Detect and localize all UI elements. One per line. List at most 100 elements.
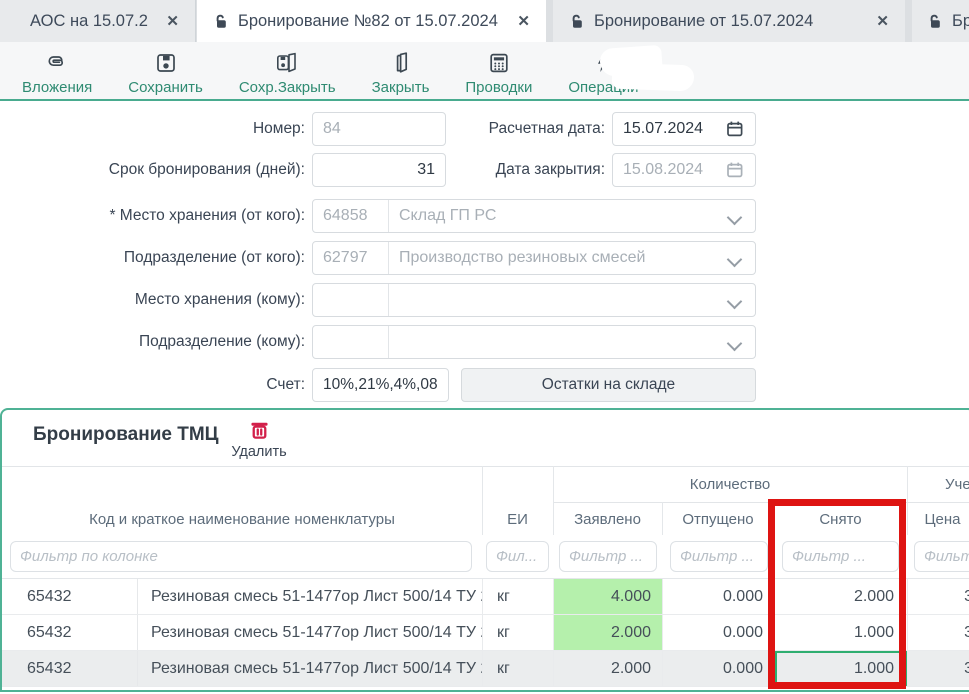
close-icon[interactable]: ✕: [868, 12, 889, 30]
door-icon: [389, 49, 413, 77]
storage-from-name: Склад ГП РС: [389, 200, 755, 232]
close-icon[interactable]: ✕: [509, 12, 530, 30]
cell-removed[interactable]: 1.000: [774, 615, 907, 650]
group-header-accounting: Уче: [945, 476, 969, 493]
close-icon[interactable]: ✕: [158, 12, 179, 30]
calc-date-field[interactable]: 15.07.2024: [612, 112, 756, 146]
toolbar-button-label: Сохранить: [128, 79, 203, 96]
group-header-quantity: Количество: [553, 476, 907, 493]
toolbar-button-label: Сохр.Закрыть: [239, 79, 336, 96]
storage-to-name: [389, 284, 755, 316]
cell-name: Резиновая смесь 51-1477ор Лист 500/14 ТУ…: [137, 615, 482, 650]
delete-label: Удалить: [231, 444, 286, 460]
column-header-unit[interactable]: ЕИ: [482, 511, 553, 528]
unlock-icon: [212, 13, 228, 29]
cell-name: Резиновая смесь 51-1477ор Лист 500/14 ТУ…: [137, 579, 482, 614]
calc-date-label: Расчетная дата:: [300, 120, 605, 138]
filter-released-input[interactable]: [670, 541, 768, 572]
table-row[interactable]: 65432 Резиновая смесь 51-1477ор Лист 500…: [2, 579, 969, 615]
save-button[interactable]: Сохранить: [128, 49, 203, 96]
tab-label: АОС на 15.07.2024: [30, 12, 148, 31]
save-close-icon: [275, 49, 299, 77]
column-header-released[interactable]: Отпущено: [662, 511, 774, 528]
toolbar-button-label: Вложения: [22, 79, 92, 96]
postings-button[interactable]: Проводки: [465, 49, 532, 96]
filter-unit-input[interactable]: [486, 541, 549, 572]
column-header-item[interactable]: Код и краткое наименование номенклатуры: [2, 511, 482, 528]
cell-released[interactable]: 0.000: [662, 579, 774, 614]
calendar-icon[interactable]: [725, 160, 745, 180]
table-body: 65432 Резиновая смесь 51-1477ор Лист 500…: [2, 578, 969, 687]
toolbar-button-label: Закрыть: [372, 79, 430, 96]
filter-removed-input[interactable]: [782, 541, 899, 572]
cell-removed[interactable]: 2.000: [774, 579, 907, 614]
calc-date-value: 15.07.2024: [623, 120, 703, 138]
toolbar: Вложения Сохранить Сохр.Закрыть Закрыть …: [0, 42, 969, 101]
delete-row-button[interactable]: Удалить: [224, 418, 294, 460]
tab-label: Бронирование от 15.07.2024: [594, 12, 813, 31]
close-date-label: Дата закрытия:: [300, 161, 605, 179]
cell-price[interactable]: 3: [907, 579, 969, 614]
save-close-button[interactable]: Сохр.Закрыть: [239, 49, 336, 96]
booking-items-panel: Бронирование ТМЦ Удалить Количество Уче …: [0, 408, 969, 692]
calendar-icon[interactable]: [725, 119, 745, 139]
cell-code: 65432: [2, 615, 137, 650]
account-label: Счет:: [0, 376, 305, 394]
close-date-field[interactable]: 15.08.2024: [612, 153, 756, 187]
cell-price[interactable]: 3: [907, 651, 969, 686]
cell-removed[interactable]: 1.000: [774, 651, 907, 686]
tab-bar: АОС на 15.07.2024 ✕ Бронирование №82 от …: [0, 0, 969, 42]
table-row[interactable]: 65432 Резиновая смесь 51-1477ор Лист 500…: [2, 651, 969, 687]
toolbar-button-label: Проводки: [465, 79, 532, 96]
column-header-declared[interactable]: Заявлено: [553, 511, 662, 528]
storage-to-combo[interactable]: [312, 283, 756, 317]
storage-from-combo[interactable]: 64858 Склад ГП РС: [312, 199, 756, 233]
department-to-label: Подразделение (кому):: [0, 333, 305, 351]
department-from-code: 62797: [313, 242, 389, 274]
filter-price-input[interactable]: [914, 541, 969, 572]
department-to-name: [389, 326, 755, 358]
close-button[interactable]: Закрыть: [372, 49, 430, 96]
account-field[interactable]: [312, 368, 449, 402]
cell-declared[interactable]: 4.000: [553, 579, 662, 614]
column-header-removed[interactable]: Снято: [774, 511, 907, 528]
cell-name: Резиновая смесь 51-1477ор Лист 500/14 ТУ…: [137, 651, 482, 686]
cell-declared[interactable]: 2.000: [553, 651, 662, 686]
trash-icon: [247, 418, 272, 443]
tab-booking[interactable]: Бронирование от 15.07.2024 ✕: [553, 0, 905, 42]
department-to-combo[interactable]: [312, 325, 756, 359]
app-window: АОС на 15.07.2024 ✕ Бронирование №82 от …: [0, 0, 969, 694]
department-from-combo[interactable]: 62797 Производство резиновых смесей: [312, 241, 756, 275]
number-label: Номер:: [0, 120, 305, 138]
unlock-icon: [926, 13, 942, 29]
cell-declared[interactable]: 2.000: [553, 615, 662, 650]
redaction-blob: [612, 63, 695, 92]
tab-booking-truncated[interactable]: Брониро: [912, 0, 969, 42]
stock-remains-button[interactable]: Остатки на складе: [461, 368, 756, 402]
department-to-code: [313, 326, 389, 358]
paperclip-icon: [45, 49, 69, 77]
column-header-price[interactable]: Цена: [907, 511, 969, 528]
department-from-name: Производство резиновых смесей: [389, 242, 755, 274]
cell-unit: кг: [482, 651, 553, 686]
calculator-icon: [487, 49, 511, 77]
filter-item-input[interactable]: [10, 541, 472, 572]
storage-to-code: [313, 284, 389, 316]
cell-unit: кг: [482, 579, 553, 614]
storage-from-code: 64858: [313, 200, 389, 232]
attachments-button[interactable]: Вложения: [22, 49, 92, 96]
cell-unit: кг: [482, 615, 553, 650]
cell-released[interactable]: 0.000: [662, 615, 774, 650]
tab-booking-82[interactable]: Бронирование №82 от 15.07.2024 ✕: [197, 0, 546, 42]
filter-declared-input[interactable]: [559, 541, 657, 572]
cell-price[interactable]: 3: [907, 615, 969, 650]
storage-to-label: Место хранения (кому):: [0, 291, 305, 309]
cell-code: 65432: [2, 579, 137, 614]
panel-title: Бронирование ТМЦ: [33, 424, 219, 446]
cell-released[interactable]: 0.000: [662, 651, 774, 686]
tab-aoc[interactable]: АОС на 15.07.2024 ✕: [0, 0, 196, 42]
cell-code: 65432: [2, 651, 137, 686]
table-row[interactable]: 65432 Резиновая смесь 51-1477ор Лист 500…: [2, 615, 969, 651]
table-top-line: [2, 466, 969, 467]
term-label: Срок бронирования (дней):: [0, 161, 305, 179]
